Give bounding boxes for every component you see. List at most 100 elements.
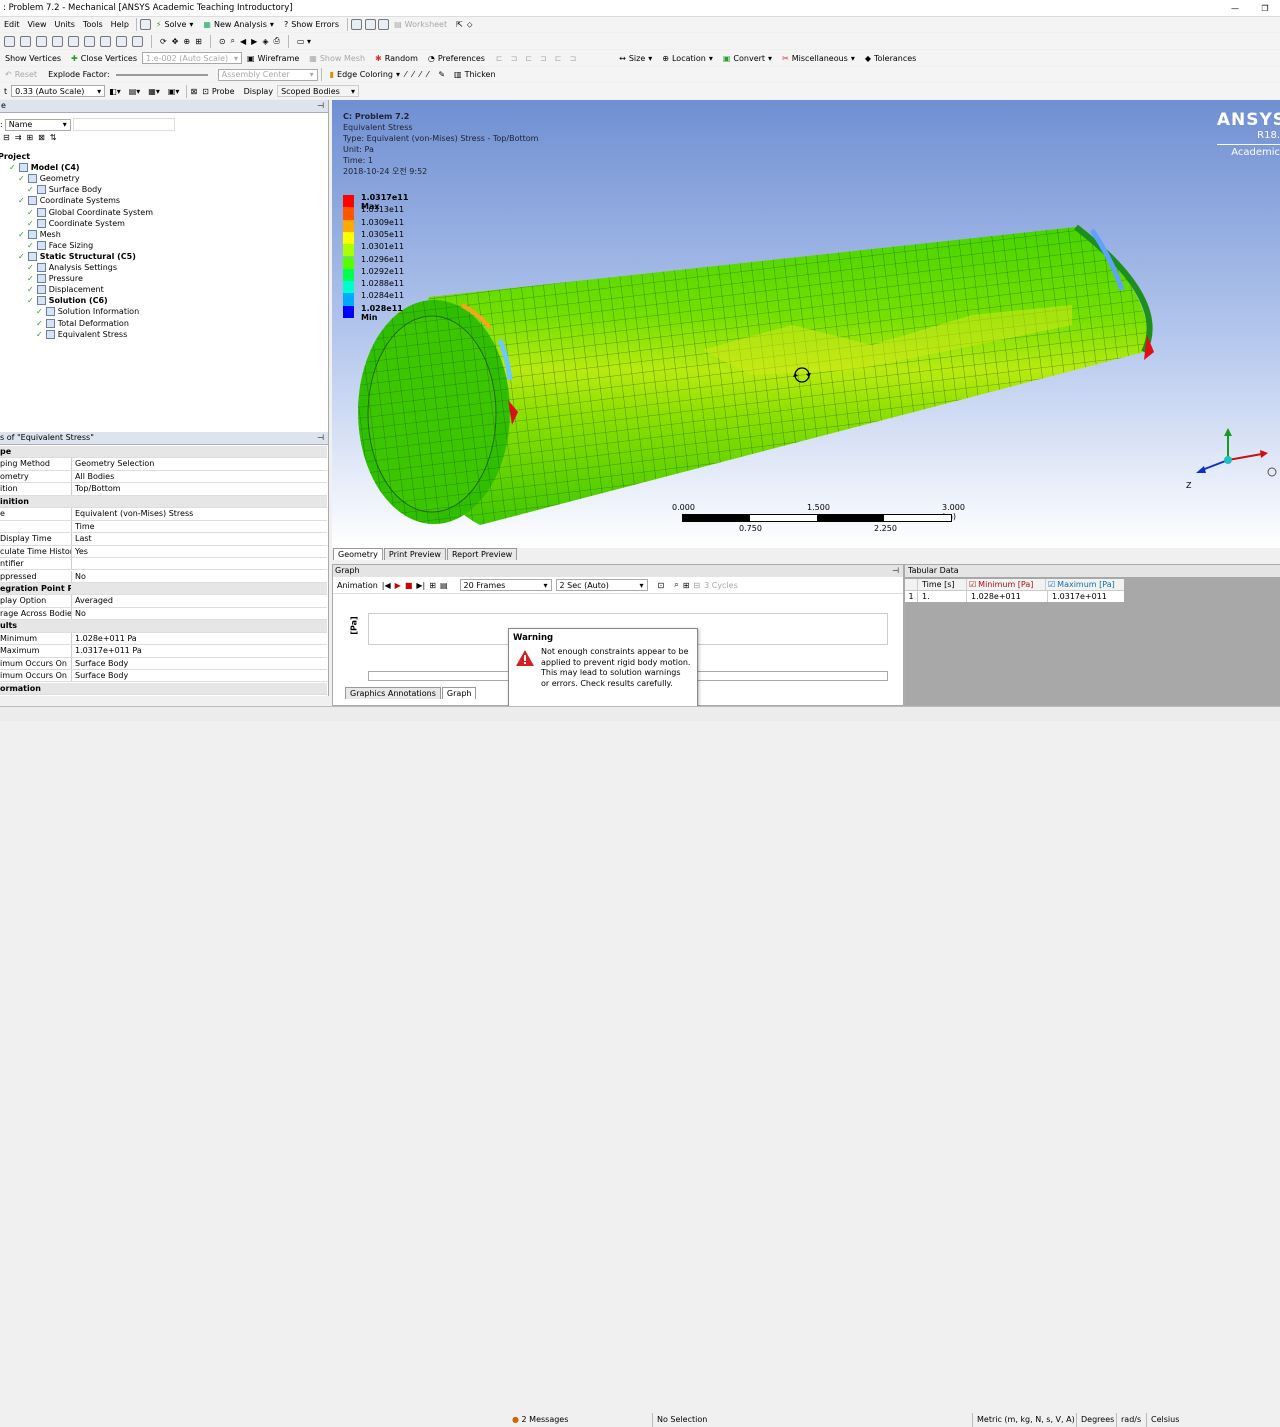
minimum-checkbox-icon[interactable]: ☑ [969, 579, 976, 590]
probe-button[interactable]: ⊡ Probe [197, 84, 239, 98]
vertex-scale-combo[interactable]: 1.e-002 (Auto Scale) ▾ [142, 52, 242, 64]
details-row[interactable]: culate Time History Yes [0, 545, 327, 558]
close-vertices-button[interactable]: ✚ Close Vertices [66, 51, 142, 65]
assembly-center-combo[interactable]: Assembly Center ▾ [217, 68, 318, 81]
menu-view[interactable]: View [24, 20, 51, 29]
select-icon[interactable] [4, 35, 15, 47]
preferences-button[interactable]: ◔ Preferences [423, 51, 490, 65]
zoom-graph-icon[interactable]: ⌕ [674, 580, 678, 590]
extend-icon[interactable] [20, 35, 31, 47]
cube-icon[interactable] [132, 35, 143, 47]
show-vertices-button[interactable]: Show Vertices [0, 51, 66, 65]
tree-item[interactable]: ✓ Equivalent Stress [36, 329, 127, 340]
print-icon[interactable]: ⎙ [273, 36, 279, 46]
element-select-icon[interactable] [116, 35, 127, 47]
menu-help[interactable]: Help [107, 20, 133, 29]
convert-menu[interactable]: ▣ Convert ▾ [718, 51, 777, 65]
tree-item[interactable]: ✓ Global Coordinate System [27, 207, 153, 218]
maximum-checkbox-icon[interactable]: ☑ [1048, 579, 1055, 590]
cursor-icon[interactable]: ⇱ [452, 20, 467, 29]
tree-item[interactable]: ✓ Coordinate Systems [18, 195, 120, 206]
tree-item[interactable]: ✓ Mesh [18, 229, 61, 240]
fit-graph-icon[interactable]: ⊞ [683, 581, 690, 590]
edges-icon[interactable]: ▦▾ [144, 87, 164, 96]
display-combo[interactable]: Scoped Bodies ▾ [277, 85, 360, 97]
body-select-icon[interactable] [84, 35, 95, 47]
messages-status[interactable]: ● 2 Messages [508, 1413, 568, 1427]
col-minimum[interactable]: ☑ Minimum [Pa] [966, 579, 1045, 590]
result-scale-combo[interactable]: 0.33 (Auto Scale) ▾ [11, 85, 106, 97]
details-row[interactable]: Maximum 1.0317e+011 Pa [0, 645, 327, 658]
tolerances-button[interactable]: ◆ Tolerances [860, 51, 921, 65]
filter-input[interactable] [72, 118, 175, 131]
edge-coloring-button[interactable]: ▮ Edge Coloring ▾ [325, 68, 405, 82]
explode-slider[interactable] [115, 73, 208, 76]
warning-popup[interactable]: Warning Not enough constraints appear to… [508, 628, 698, 708]
vertex-select-icon[interactable] [36, 35, 47, 47]
zoom-fit-icon[interactable]: ⊙ [219, 37, 226, 46]
location-menu[interactable]: ⊕ Location ▾ [657, 51, 718, 65]
capture-icon[interactable] [364, 19, 376, 30]
temperature-unit-status[interactable]: Celsius [1146, 1413, 1179, 1427]
viewport-icon[interactable]: ▭ ▾ [297, 37, 311, 46]
col-maximum[interactable]: ☑ Maximum [Pa] [1045, 579, 1120, 590]
tree-item[interactable]: ✓ Displacement [27, 284, 104, 295]
tree-item[interactable]: ✓ Total Deformation [36, 318, 129, 329]
tag-icon[interactable]: ⬦ [467, 20, 473, 30]
tree-item[interactable]: ✓ Geometry [18, 173, 80, 184]
random-button[interactable]: ✱ Random [370, 51, 423, 65]
details-row[interactable]: rage Across Bodies No [0, 607, 327, 621]
triad-view-icon[interactable] [1267, 467, 1277, 477]
distributed-icon[interactable]: ⊞ [429, 581, 436, 590]
details-row[interactable]: ping Method Geometry Selection [0, 458, 327, 471]
pin-icon[interactable]: ⊣ [317, 100, 328, 112]
contour-icon[interactable]: ▤▾ [125, 87, 145, 96]
collapse-all-icon[interactable]: ⊠ [38, 133, 45, 142]
tree-item[interactable]: ✓ Solution (C6) [27, 295, 108, 306]
collapse-icon[interactable]: ⇉ [15, 133, 22, 142]
miscellaneous-menu[interactable]: ✂ Miscellaneous ▾ [777, 51, 860, 65]
menu-tools[interactable]: Tools [79, 20, 107, 29]
sort-icon[interactable]: ⇅ [50, 133, 57, 142]
rate-unit-status[interactable]: rad/s [1116, 1413, 1141, 1427]
tree-item[interactable]: ✓ Analysis Settings [27, 262, 117, 273]
details-row[interactable]: Display Time Last [0, 533, 327, 546]
angle-unit-status[interactable]: Degrees [1076, 1413, 1114, 1427]
tag-probe-icon[interactable]: ⊠ [190, 87, 197, 96]
details-row[interactable]: imum Occurs On Surface Body [0, 670, 327, 683]
tab-graphics-annotations[interactable]: Graphics Annotations [345, 687, 441, 699]
details-row[interactable]: ition Top/Bottom [0, 483, 327, 496]
frames-combo[interactable]: 20 Frames ▾ [459, 579, 552, 591]
unit-system-status[interactable]: Metric (m, kg, N, s, V, A) [972, 1413, 1075, 1427]
solve-button[interactable]: ⚡ Solve ▾ [151, 18, 199, 32]
tree-item[interactable]: ✓ Face Sizing [27, 240, 93, 251]
tree-item[interactable]: ✓ Pressure [27, 273, 83, 284]
table-row[interactable]: 1 1. 1.028e+011 1.0317e+011 [905, 591, 1124, 602]
play-icon[interactable]: ▶ [395, 581, 401, 590]
details-row[interactable]: ometry All Bodies [0, 470, 327, 484]
graph-pin-icon[interactable]: ⊣ [892, 565, 903, 577]
previous-frame-icon[interactable]: |◀ [382, 581, 391, 590]
geometry-display-icon[interactable]: ◧▾ [105, 87, 125, 96]
details-pin-icon[interactable]: ⊣ [317, 432, 328, 444]
thicken-button[interactable]: ▥ Thicken [449, 68, 500, 82]
result-sets-icon[interactable]: ▤ [440, 581, 448, 590]
tab-report-preview[interactable]: Report Preview [446, 548, 518, 560]
next-frame-icon[interactable]: ▶| [416, 581, 425, 590]
tab-print-preview[interactable]: Print Preview [383, 548, 446, 560]
tree-item[interactable]: ✓ Coordinate System [27, 218, 125, 229]
rotate-icon[interactable]: ⟳ [160, 37, 167, 46]
cycles-icon[interactable]: ⊟ [693, 581, 700, 590]
node-select-icon[interactable] [100, 35, 111, 47]
details-row[interactable]: ppressed No [0, 570, 327, 583]
wireframe-button[interactable]: ▣ Wireframe [242, 51, 304, 65]
show-mesh-button[interactable]: ▦ Show Mesh [304, 51, 370, 65]
next-view-icon[interactable]: ▶ [251, 37, 257, 46]
menu-edit[interactable]: Edit [0, 20, 24, 29]
details-row[interactable]: imum Occurs On Surface Body [0, 657, 327, 671]
new-analysis-button[interactable]: ▦ New Analysis ▾ [198, 18, 279, 32]
details-row[interactable]: Minimum 1.028e+011 Pa [0, 632, 327, 646]
expand-icon[interactable]: ⊟ [3, 133, 10, 142]
filter-combo[interactable]: Name ▾ [4, 118, 71, 131]
tree-item[interactable]: ✓ Model (C4) [9, 162, 80, 173]
